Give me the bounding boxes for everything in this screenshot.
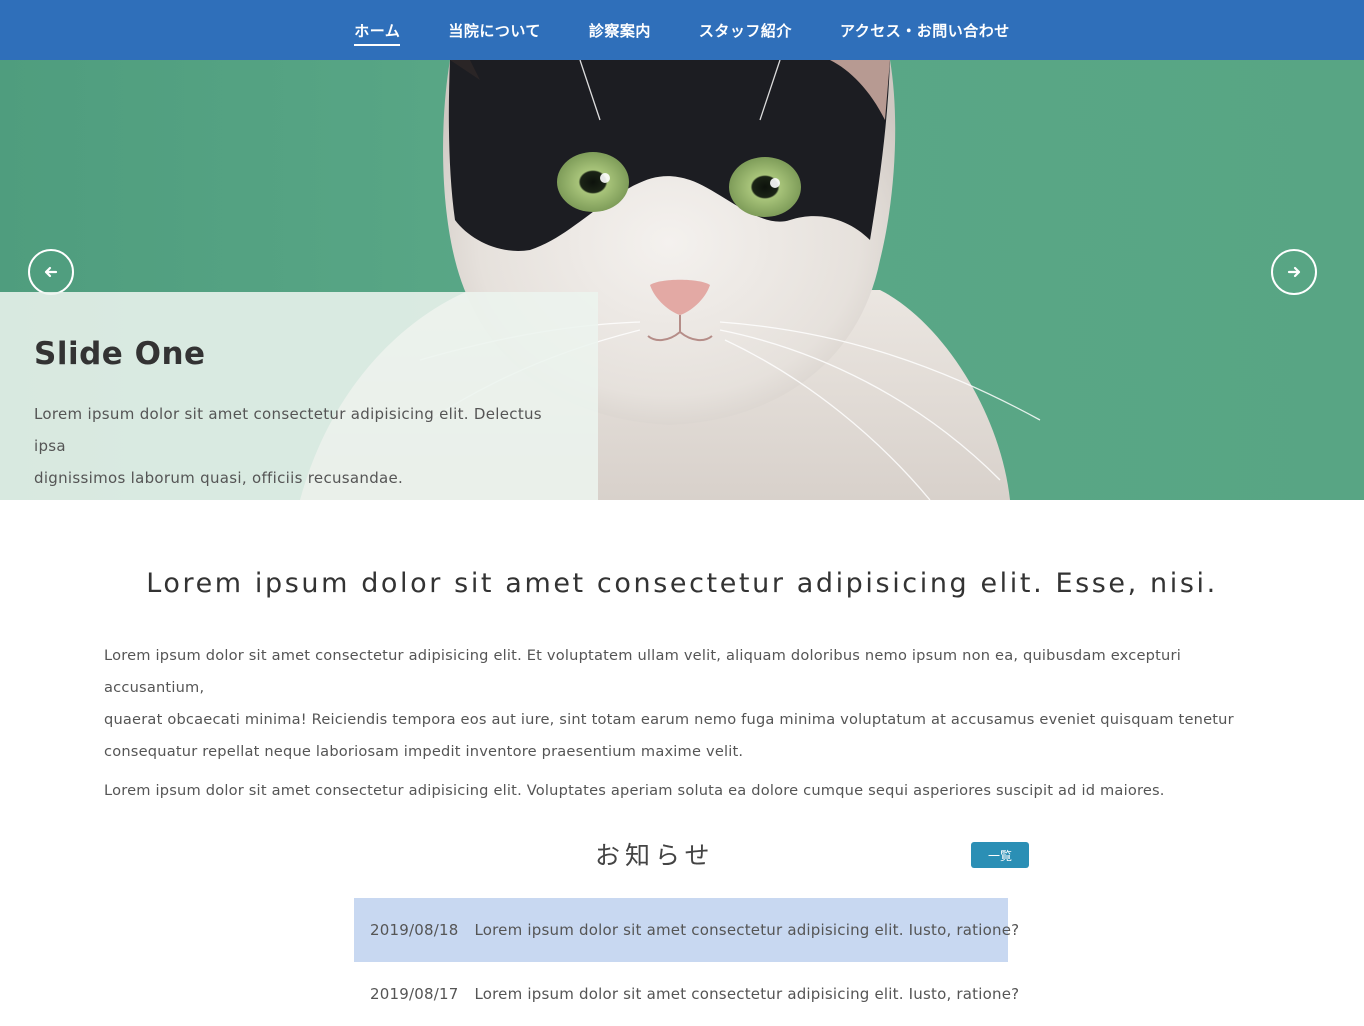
news-item[interactable]: 2019/08/18 Lorem ipsum dolor sit amet co… [354,898,1019,962]
intro-heading: Lorem ipsum dolor sit amet consectetur a… [146,568,1218,599]
news-title: Lorem ipsum dolor sit amet consectetur a… [474,921,1020,939]
nav-item-staff[interactable]: スタッフ紹介 [675,0,816,60]
intro-paragraph-2: Lorem ipsum dolor sit amet consectetur a… [104,782,1165,799]
arrow-right-icon [1287,266,1301,278]
news-heading: お知らせ [595,841,715,870]
nav-item-access-contact[interactable]: アクセス・お問い合わせ [816,0,1034,60]
news-title: Lorem ipsum dolor sit amet consectetur a… [474,985,1020,1003]
slide-description-line2: dignissimos laborum quasi, officiis recu… [34,469,404,487]
intro-paragraph-1: Lorem ipsum dolor sit amet consectetur a… [104,640,1274,768]
main-nav: ホーム 当院について 診察案内 スタッフ紹介 アクセス・お問い合わせ [0,0,1364,60]
slider-prev-button[interactable] [28,249,74,295]
slide-description-line1: Lorem ipsum dolor sit amet consectetur a… [34,405,542,455]
hero-slider: Slide One Lorem ipsum dolor sit amet con… [0,60,1364,500]
news-item[interactable]: 2019/08/17 Lorem ipsum dolor sit amet co… [354,962,1019,1026]
nav-item-home[interactable]: ホーム [330,0,424,60]
news-date: 2019/08/18 [370,921,459,939]
intro-paragraph-1-line3: consequatur repellat neque laboriosam im… [104,743,744,760]
nav-item-about[interactable]: 当院について [424,0,565,60]
news-list-button[interactable]: 一覧 [971,842,1029,868]
slider-next-button[interactable] [1271,249,1317,295]
slide-caption-panel: Slide One Lorem ipsum dolor sit amet con… [0,292,598,500]
arrow-left-icon [44,266,58,278]
intro-body: Lorem ipsum dolor sit amet consectetur a… [104,640,1274,807]
slide-description: Lorem ipsum dolor sit amet consectetur a… [34,398,564,494]
intro-paragraph-1-line2: quaerat obcaecati minima! Reiciendis tem… [104,711,1234,728]
intro-paragraph-1-line1: Lorem ipsum dolor sit amet consectetur a… [104,647,1181,696]
nav-item-services[interactable]: 診察案内 [565,0,675,60]
news-date: 2019/08/17 [370,985,459,1003]
slide-title: Slide One [34,336,206,372]
